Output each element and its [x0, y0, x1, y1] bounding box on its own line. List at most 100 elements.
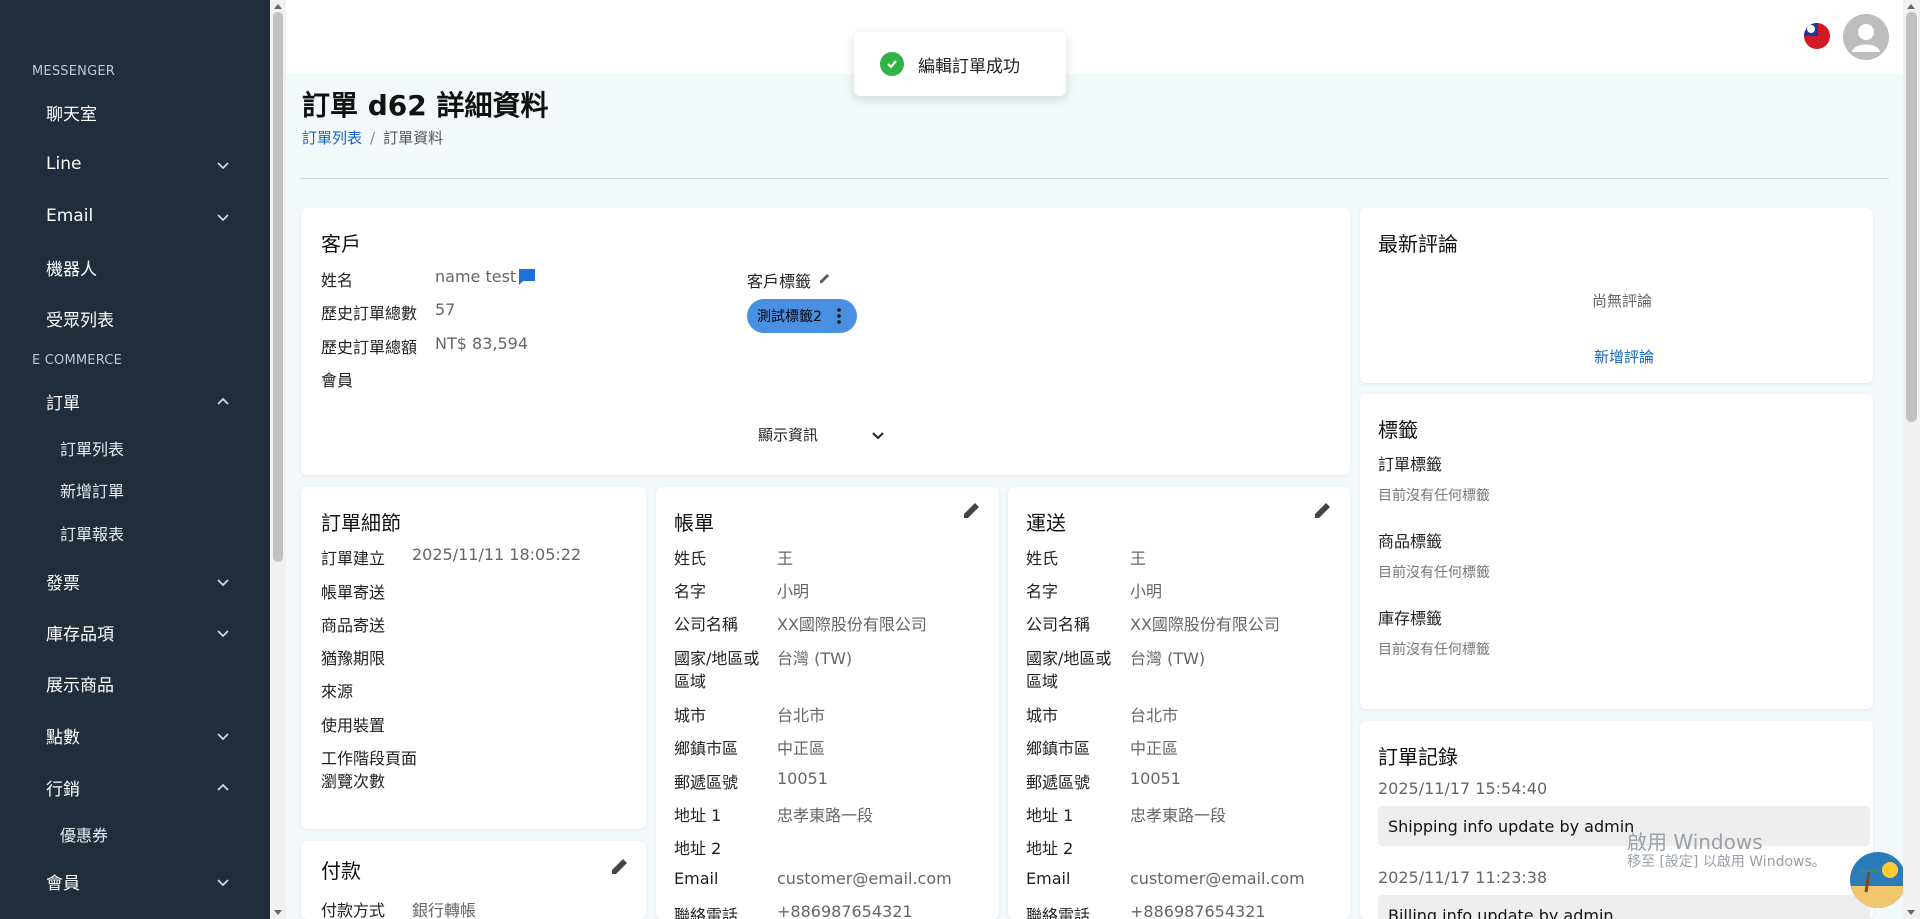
member-label: 會員 — [321, 371, 354, 390]
log-entry: Shipping info update by admin — [1378, 806, 1870, 846]
shipping-first-name-label: 名字 — [1026, 582, 1059, 601]
sidebar-item-label: 展示商品 — [46, 675, 114, 696]
tags-card: 標籤 訂單標籤 目前沒有任何標籤 商品標籤 目前沒有任何標籤 庫存標籤 目前沒有… — [1360, 394, 1873, 709]
billing-country-label-line2: 區域 — [674, 672, 707, 691]
edit-pencil-icon[interactable] — [961, 499, 983, 521]
billing-district-label: 鄉鎮市區 — [674, 739, 739, 758]
success-toast: 編輯訂單成功 — [854, 32, 1066, 96]
bill-send-label: 帳單寄送 — [321, 583, 386, 602]
inventory-tags-label: 庫存標籤 — [1378, 609, 1443, 628]
billing-phone: +886987654321 — [777, 902, 913, 919]
edit-pencil-icon[interactable] — [1312, 499, 1334, 521]
billing-card: 帳單 姓氏 王 名字 小明 公司名稱 XX國際股份有限公司 國家/地區或 區域 … — [656, 487, 999, 919]
edit-pencil-icon[interactable] — [818, 271, 832, 285]
sidebar-item-points[interactable]: 點數 — [0, 715, 270, 755]
breadcrumb-separator: / — [370, 129, 376, 147]
shipping-city: 台北市 — [1130, 706, 1179, 725]
toast-message: 編輯訂單成功 — [918, 56, 1020, 77]
avatar[interactable] — [1843, 14, 1889, 60]
scrollbar-thumb[interactable] — [273, 12, 283, 562]
scroll-down-arrow-icon[interactable] — [274, 910, 282, 915]
show-info-label: 顯示資訊 — [758, 426, 819, 444]
order-created-value: 2025/11/11 18:05:22 — [412, 545, 582, 564]
shipping-last-name-label: 姓氏 — [1026, 549, 1059, 568]
billing-last-name-label: 姓氏 — [674, 549, 707, 568]
sidebar-item-coupon[interactable]: 優惠券 — [0, 814, 270, 854]
log-time: 2025/11/17 15:54:40 — [1378, 779, 1548, 798]
log-entry: Billing info update by admin — [1378, 895, 1870, 919]
reviews-title: 最新評論 — [1378, 232, 1458, 256]
customer-name-label: 姓名 — [321, 271, 354, 290]
scroll-down-arrow-icon[interactable] — [1907, 910, 1915, 915]
sidebar-item-order-list[interactable]: 訂單列表 — [0, 428, 270, 468]
billing-email-label: Email — [674, 869, 719, 888]
billing-city: 台北市 — [777, 706, 826, 725]
chevron-down-icon — [216, 625, 230, 639]
chevron-down-icon[interactable] — [870, 427, 886, 443]
sidebar-item-invoice[interactable]: 發票 — [0, 561, 270, 601]
sidebar-item-email[interactable]: Email — [0, 196, 270, 236]
scroll-up-arrow-icon[interactable] — [274, 4, 282, 9]
beach-app-icon[interactable] — [1850, 852, 1906, 908]
product-send-label: 商品寄送 — [321, 616, 386, 635]
sidebar-item-line[interactable]: Line — [0, 144, 270, 184]
billing-title: 帳單 — [674, 511, 714, 535]
sidebar-item-audience[interactable]: 受眾列表 — [0, 298, 270, 338]
log-text: Shipping info update by admin — [1388, 816, 1635, 836]
sidebar-item-member[interactable]: 會員 — [0, 861, 270, 901]
total-orders-value: 57 — [435, 300, 456, 319]
shipping-title: 運送 — [1026, 511, 1066, 535]
divider — [300, 178, 1889, 179]
customer-tag-label: 測試標籤2 — [757, 309, 822, 325]
sidebar-item-label: 訂單報表 — [60, 525, 125, 544]
edit-pencil-icon[interactable] — [609, 855, 631, 877]
sidebar-item-new-order[interactable]: 新增訂單 — [0, 470, 270, 510]
sidebar-item-bot[interactable]: 機器人 — [0, 247, 270, 287]
sidebar-item-label: 受眾列表 — [46, 310, 114, 331]
sidebar-item-showcase[interactable]: 展示商品 — [0, 663, 270, 703]
billing-company-label: 公司名稱 — [674, 615, 739, 634]
scroll-up-arrow-icon[interactable] — [1907, 4, 1915, 9]
product-tags-label: 商品標籤 — [1378, 532, 1443, 551]
sidebar-item-marketing[interactable]: 行銷 — [0, 767, 270, 807]
customer-tag-chip[interactable]: 測試標籤2 — [747, 299, 857, 333]
shipping-addr1-label: 地址 1 — [1026, 806, 1074, 825]
billing-city-label: 城市 — [674, 706, 707, 725]
taiwan-flag-icon[interactable] — [1804, 23, 1830, 49]
breadcrumb-order-list-link[interactable]: 訂單列表 — [302, 129, 362, 147]
sidebar-item-chat[interactable]: 聊天室 — [0, 92, 270, 132]
payment-method-label: 付款方式 — [321, 901, 386, 919]
shipping-company-label: 公司名稱 — [1026, 615, 1091, 634]
billing-addr1-label: 地址 1 — [674, 806, 722, 825]
page-scrollbar[interactable] — [1903, 0, 1920, 919]
shipping-zip-label: 郵遞區號 — [1026, 773, 1091, 792]
chevron-down-icon — [216, 874, 230, 888]
scrollbar-thumb[interactable] — [1906, 12, 1917, 422]
shipping-country-label-line2: 區域 — [1026, 672, 1059, 691]
sidebar-scrollbar[interactable] — [270, 0, 286, 919]
more-vert-icon[interactable] — [837, 307, 841, 325]
order-tags-empty: 目前沒有任何標籤 — [1378, 488, 1490, 504]
grace-period-label: 猶豫期限 — [321, 649, 386, 668]
show-info-toggle[interactable]: 顯示資訊 — [758, 424, 818, 445]
reviews-card: 最新評論 尚無評論 新增評論 — [1360, 208, 1873, 383]
shipping-phone: +886987654321 — [1130, 902, 1266, 919]
billing-last-name: 王 — [777, 549, 794, 568]
sidebar-item-label: 新增訂單 — [60, 482, 125, 501]
breadcrumb-current: 訂單資料 — [383, 129, 444, 147]
sidebar-item-label: 機器人 — [46, 259, 97, 280]
device-label: 使用裝置 — [321, 716, 386, 735]
sidebar-item-order-report[interactable]: 訂單報表 — [0, 513, 270, 553]
sidebar-item-inventory[interactable]: 庫存品項 — [0, 612, 270, 652]
inventory-tags-empty: 目前沒有任何標籤 — [1378, 642, 1490, 658]
chevron-up-icon — [216, 780, 230, 794]
sidebar-item-orders[interactable]: 訂單 — [0, 381, 270, 421]
shipping-card: 運送 姓氏 王 名字 小明 公司名稱 XX國際股份有限公司 國家/地區或 區域 … — [1008, 487, 1350, 919]
shipping-addr1: 忠孝東路一段 — [1130, 806, 1227, 825]
add-review-button[interactable]: 新增評論 — [1594, 346, 1654, 367]
sidebar-item-label: 優惠券 — [60, 826, 109, 845]
billing-email: customer@email.com — [777, 869, 952, 888]
sidebar-item-label: 發票 — [46, 573, 80, 594]
chat-bubble-icon[interactable] — [517, 267, 537, 287]
payment-title: 付款 — [321, 859, 361, 883]
